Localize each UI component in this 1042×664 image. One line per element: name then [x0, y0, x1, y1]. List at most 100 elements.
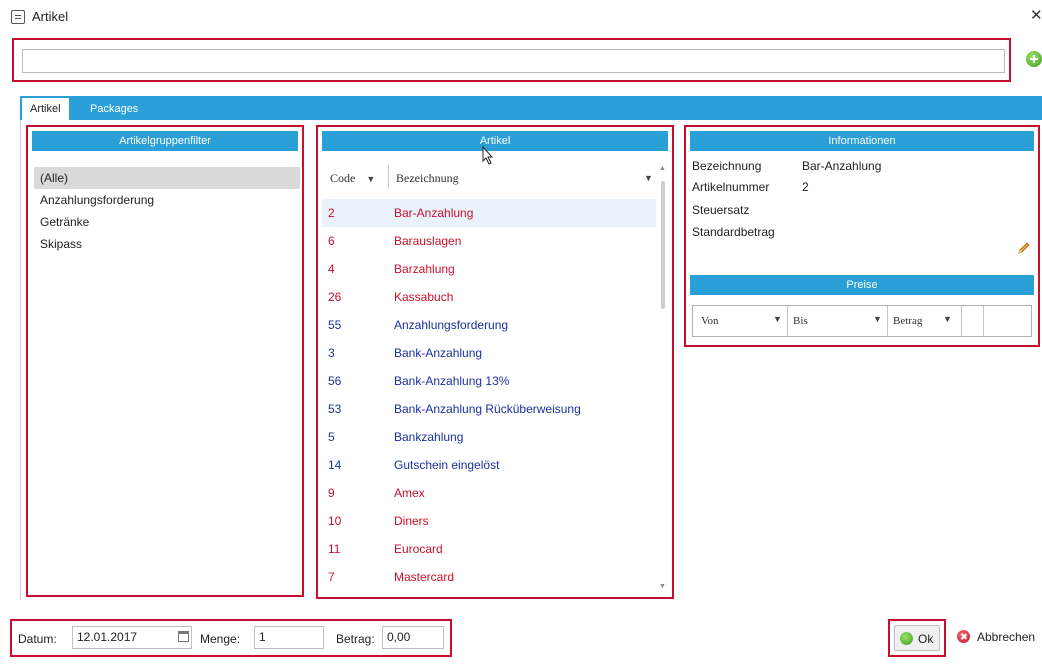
table-row[interactable]: 4 Barzahlung	[322, 255, 656, 283]
table-row[interactable]: 11 Eurocard	[322, 535, 656, 563]
row-bezeichnung: Kassabuch	[394, 290, 454, 304]
table-row[interactable]: 6 Barauslagen	[322, 227, 656, 255]
ok-button[interactable]: Ok	[894, 625, 940, 651]
table-row[interactable]: 55 Anzahlungsforderung	[322, 311, 656, 339]
row-code: 5	[328, 430, 335, 444]
artikel-rows: 2 Bar-Anzahlung 6 Barauslagen 4 Barzahlung 26 K…	[322, 199, 656, 591]
ok-check-icon	[900, 632, 913, 645]
calendar-icon[interactable]	[178, 631, 189, 642]
row-code: 6	[328, 234, 335, 248]
betrag-label: Betrag:	[336, 632, 375, 646]
row-bezeichnung: Barzahlung	[394, 262, 455, 276]
mouse-cursor-icon	[482, 146, 494, 165]
column-separator	[787, 306, 788, 336]
column-header-code[interactable]: Code ▼	[330, 171, 375, 186]
group-item-alle[interactable]: (Alle)	[34, 167, 300, 189]
group-item-anzahlungsforderung[interactable]: Anzahlungsforderung	[34, 189, 300, 211]
row-code: 55	[328, 318, 342, 332]
search-input[interactable]	[22, 49, 1005, 73]
info-header: Informationen	[690, 131, 1034, 151]
filter-icon[interactable]: ▼	[873, 314, 882, 324]
row-code: 26	[328, 290, 342, 304]
ok-label: Ok	[918, 632, 934, 646]
row-code: 14	[328, 458, 342, 472]
row-code: 7	[328, 570, 335, 584]
info-label-steuersatz: Steuersatz	[692, 203, 750, 217]
group-filter-panel: Artikelgruppenfilter (Alle) Anzahlungsfo…	[26, 125, 304, 597]
window-title: Artikel	[32, 9, 69, 24]
table-row[interactable]: 14 Gutschein eingelöst	[322, 451, 656, 479]
table-row[interactable]: 53 Bank-Anzahlung Rücküberweisung	[322, 395, 656, 423]
column-separator	[887, 306, 888, 336]
table-row[interactable]: 10 Diners	[322, 507, 656, 535]
column-header-bezeichnung[interactable]: Bezeichnung	[396, 171, 459, 186]
row-bezeichnung: Anzahlungsforderung	[394, 318, 509, 332]
add-icon[interactable]	[1026, 51, 1042, 67]
info-value-bezeichnung: Bar-Anzahlung	[802, 159, 882, 173]
info-label-bezeichnung: Bezeichnung	[692, 159, 762, 173]
row-bezeichnung: Mastercard	[394, 570, 455, 584]
row-bezeichnung: Barauslagen	[394, 234, 462, 248]
table-row[interactable]: 26 Kassabuch	[322, 283, 656, 311]
preise-column-bis[interactable]: Bis	[793, 315, 808, 327]
row-bezeichnung: Bank-Anzahlung 13%	[394, 374, 510, 388]
preise-table: Von ▼ Bis ▼ Betrag ▼	[692, 305, 1032, 337]
row-bezeichnung: Eurocard	[394, 542, 443, 556]
window-icon	[11, 10, 25, 24]
menge-field[interactable]: 1	[254, 626, 324, 649]
table-row[interactable]: 9 Amex	[322, 479, 656, 507]
table-row[interactable]: 2 Bar-Anzahlung	[322, 199, 656, 227]
column-separator	[388, 165, 389, 189]
scroll-down-icon[interactable]: ▼	[659, 583, 666, 590]
table-row[interactable]: 5 Bankzahlung	[322, 423, 656, 451]
column-separator	[983, 306, 984, 336]
info-panel: Informationen Bezeichnung Bar-Anzahlung …	[684, 125, 1040, 347]
menge-label: Menge:	[200, 632, 241, 646]
group-filter-body: Artikelgruppenfilter (Alle) Anzahlungsfo…	[32, 131, 300, 591]
tab-strip	[20, 96, 1042, 120]
info-value-artikelnummer: 2	[802, 180, 809, 194]
tab-artikel[interactable]: Artikel	[22, 98, 69, 120]
preise-column-betrag[interactable]: Betrag	[893, 315, 922, 327]
column-header-bezeichnung-label: Bezeichnung	[396, 171, 459, 185]
tab-packages[interactable]: Packages	[82, 98, 146, 120]
row-bezeichnung: Amex	[394, 486, 425, 500]
search-highlight-frame	[12, 38, 1011, 82]
table-row[interactable]: 56 Bank-Anzahlung 13%	[322, 367, 656, 395]
betrag-field[interactable]: 0,00	[382, 626, 444, 649]
row-bezeichnung: Bank-Anzahlung	[394, 346, 483, 360]
close-icon[interactable]: ✕	[1030, 8, 1042, 24]
preise-header: Preise	[690, 275, 1034, 295]
row-code: 4	[328, 262, 335, 276]
row-bezeichnung: Bank-Anzahlung Rücküberweisung	[394, 402, 581, 416]
row-code: 10	[328, 514, 342, 528]
title-bar: Artikel ✕	[0, 0, 1042, 36]
table-row[interactable]: 3 Bank-Anzahlung	[322, 339, 656, 367]
row-bezeichnung: Diners	[394, 514, 429, 528]
scroll-thumb[interactable]	[661, 181, 665, 309]
filter-icon[interactable]: ▼	[773, 314, 782, 324]
row-code: 11	[328, 542, 341, 556]
column-header-code-label: Code	[330, 171, 356, 185]
filter-icon[interactable]: ▼	[943, 314, 952, 324]
ok-highlight-frame: Ok	[888, 619, 946, 657]
filter-icon[interactable]: ▼	[644, 173, 653, 183]
row-code: 2	[328, 206, 335, 220]
edit-pencil-icon[interactable]	[1017, 241, 1031, 255]
filter-icon[interactable]: ▼	[366, 174, 375, 184]
row-bezeichnung: Bankzahlung	[394, 430, 464, 444]
datum-label: Datum:	[18, 632, 57, 646]
cancel-button[interactable]: Abbrechen	[954, 623, 1042, 651]
datum-field[interactable]: 12.01.2017	[72, 626, 192, 649]
group-item-getraenke[interactable]: Getränke	[34, 211, 300, 233]
preise-column-von[interactable]: Von	[701, 315, 719, 327]
artikel-panel: Artikel Code ▼ Bezeichnung ▼ 2 Bar-Anzahl…	[316, 125, 674, 599]
cancel-icon	[957, 630, 970, 643]
table-row[interactable]: 7 Mastercard	[322, 563, 656, 591]
row-code: 53	[328, 402, 342, 416]
info-label-standardbetrag: Standardbetrag	[692, 225, 775, 239]
scroll-up-icon[interactable]: ▲	[659, 165, 666, 172]
group-item-skipass[interactable]: Skipass	[34, 233, 300, 255]
group-filter-header: Artikelgruppenfilter	[32, 131, 298, 151]
row-code: 9	[328, 486, 335, 500]
